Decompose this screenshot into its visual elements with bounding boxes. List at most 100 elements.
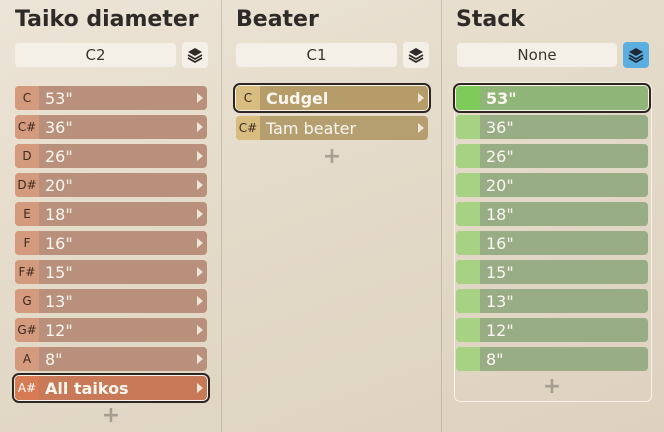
row-label: 26": [486, 146, 514, 166]
note-label: A: [15, 347, 39, 371]
row-arrow[interactable]: [193, 318, 207, 342]
taiko-key-selector[interactable]: C2: [15, 43, 176, 67]
beater-layers-button[interactable]: [403, 42, 429, 68]
note-label: G#: [15, 318, 39, 342]
beater-title: Beater: [236, 7, 319, 32]
chevron-right-icon: [418, 123, 424, 133]
stack-row[interactable]: 26": [456, 144, 648, 168]
taiko-row[interactable]: A# All taikos: [12, 373, 210, 403]
row-label: 15": [45, 262, 73, 282]
chevron-right-icon: [197, 180, 203, 190]
row-label: 18": [45, 204, 73, 224]
chevron-right-icon: [197, 383, 203, 393]
stack-title: Stack: [456, 7, 525, 32]
row-label: 26": [45, 146, 73, 166]
stack-row[interactable]: 13": [456, 289, 648, 313]
color-swatch: [456, 115, 480, 139]
stack-row[interactable]: 53": [453, 83, 651, 113]
taiko-layers-button[interactable]: [182, 42, 208, 68]
stack-column: Stack None 53" 36" 26" 20" 18" 16" 15" 13" 12" 8"…: [453, 0, 652, 432]
stack-row[interactable]: 18": [456, 202, 648, 226]
stack-row[interactable]: 20": [456, 173, 648, 197]
chevron-right-icon: [197, 93, 203, 103]
row-arrow[interactable]: [193, 260, 207, 284]
color-swatch: [456, 202, 480, 226]
row-label: 16": [486, 233, 514, 253]
taiko-row[interactable]: F 16": [15, 231, 207, 255]
note-label: G: [15, 289, 39, 313]
note-label: C: [236, 86, 260, 110]
taiko-row[interactable]: C# 36": [15, 115, 207, 139]
taiko-row[interactable]: G 13": [15, 289, 207, 313]
stack-row[interactable]: 8": [456, 347, 648, 371]
chevron-right-icon: [197, 209, 203, 219]
row-label: 8": [486, 349, 504, 369]
row-label: 13": [486, 291, 514, 311]
row-label: 8": [45, 349, 63, 369]
chevron-right-icon: [197, 238, 203, 248]
row-arrow[interactable]: [193, 86, 207, 110]
beater-column: Beater C1 C Cudgel C# Tam beater +: [233, 0, 431, 432]
taiko-row[interactable]: F# 15": [15, 260, 207, 284]
color-swatch: [456, 289, 480, 313]
taiko-add-button[interactable]: +: [101, 403, 121, 428]
column-divider: [441, 0, 442, 432]
row-arrow[interactable]: [414, 116, 428, 140]
chevron-right-icon: [197, 151, 203, 161]
taiko-row[interactable]: D 26": [15, 144, 207, 168]
stack-add-button[interactable]: +: [542, 374, 562, 399]
chevron-right-icon: [197, 296, 203, 306]
stack-layers-button[interactable]: [623, 42, 649, 68]
color-swatch: [456, 347, 480, 371]
column-divider: [221, 0, 222, 432]
stack-selector[interactable]: None: [457, 43, 617, 67]
beater-row[interactable]: C Cudgel: [233, 83, 431, 113]
stack-row[interactable]: 12": [456, 318, 648, 342]
note-label: C#: [236, 116, 260, 140]
row-arrow[interactable]: [193, 202, 207, 226]
chevron-right-icon: [197, 122, 203, 132]
beater-key-selector[interactable]: C1: [236, 43, 397, 67]
row-arrow[interactable]: [193, 347, 207, 371]
row-arrow[interactable]: [193, 115, 207, 139]
note-label: F#: [15, 260, 39, 284]
row-arrow[interactable]: [193, 231, 207, 255]
row-label: 20": [486, 175, 514, 195]
note-label: C: [15, 86, 39, 110]
chevron-right-icon: [197, 325, 203, 335]
row-arrow[interactable]: [193, 144, 207, 168]
note-label: D#: [15, 173, 39, 197]
taiko-row[interactable]: D# 20": [15, 173, 207, 197]
taiko-diameter-column: Taiko diameter C2 C 53" C# 36" D 26" D# 20" E 18"…: [12, 0, 210, 432]
row-label: All taikos: [45, 378, 129, 398]
note-label: D: [15, 144, 39, 168]
row-arrow[interactable]: [193, 376, 207, 400]
stack-row[interactable]: 15": [456, 260, 648, 284]
row-label: 20": [45, 175, 73, 195]
taiko-diameter-title: Taiko diameter: [15, 7, 199, 32]
row-label: 36": [45, 117, 73, 137]
taiko-row[interactable]: G# 12": [15, 318, 207, 342]
row-label: Cudgel: [266, 88, 329, 108]
beater-row[interactable]: C# Tam beater: [236, 116, 428, 140]
color-swatch: [456, 231, 480, 255]
row-label: 12": [45, 320, 73, 340]
taiko-row[interactable]: C 53": [15, 86, 207, 110]
layers-icon: [628, 48, 644, 64]
color-swatch: [456, 173, 480, 197]
chevron-right-icon: [418, 93, 424, 103]
row-label: 36": [486, 117, 514, 137]
row-arrow[interactable]: [414, 86, 428, 110]
taiko-row[interactable]: A 8": [15, 347, 207, 371]
row-label: 12": [486, 320, 514, 340]
row-arrow[interactable]: [193, 173, 207, 197]
row-arrow[interactable]: [193, 289, 207, 313]
taiko-row[interactable]: E 18": [15, 202, 207, 226]
color-swatch: [456, 318, 480, 342]
stack-row[interactable]: 16": [456, 231, 648, 255]
row-label: 53": [486, 88, 517, 108]
layers-icon: [408, 48, 424, 64]
chevron-right-icon: [197, 267, 203, 277]
beater-add-button[interactable]: +: [322, 144, 342, 169]
stack-row[interactable]: 36": [456, 115, 648, 139]
